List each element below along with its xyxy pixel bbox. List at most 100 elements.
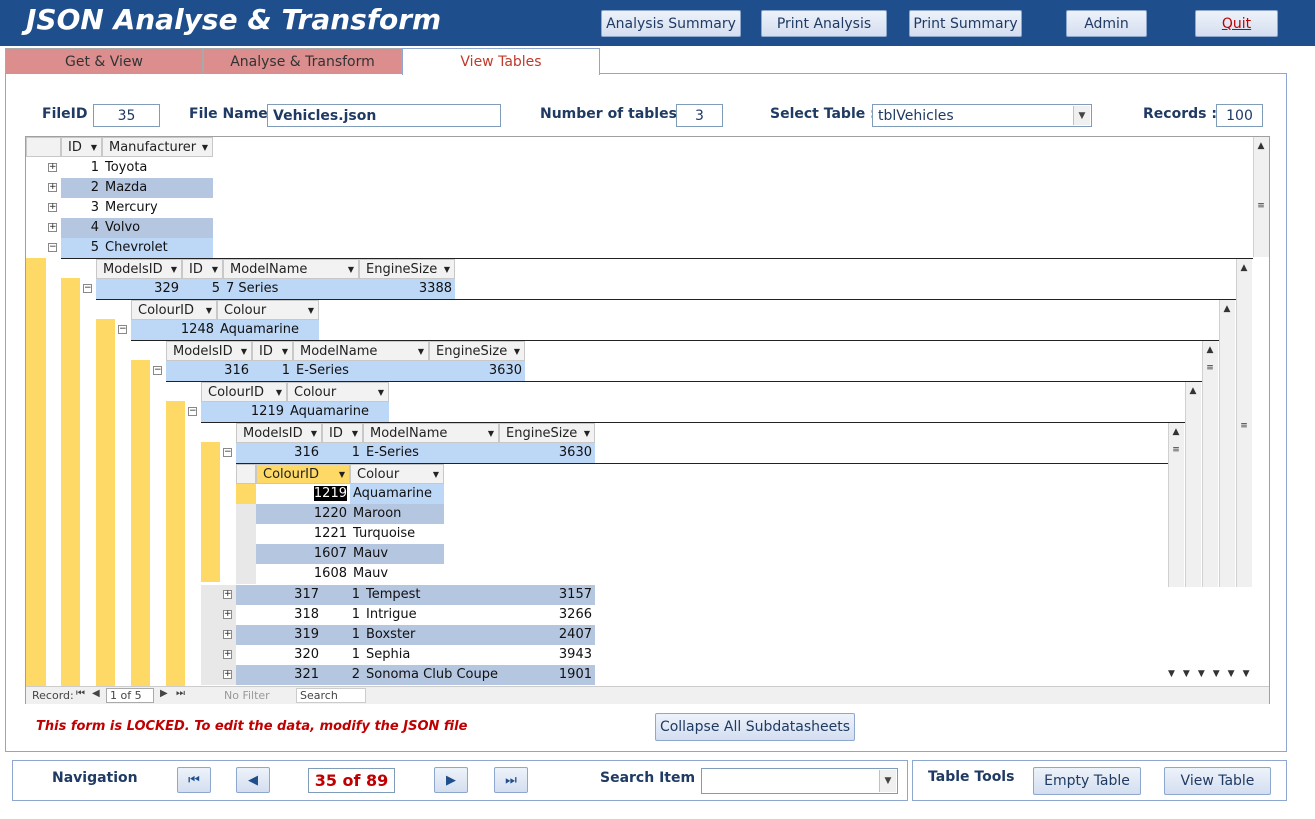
chevron-down-icon[interactable]: ▼ bbox=[352, 424, 358, 444]
vertical-scrollbar[interactable]: ▲ bbox=[1219, 300, 1235, 587]
collapse-icon[interactable]: − bbox=[48, 243, 57, 252]
prev-record-icon[interactable]: ◀ bbox=[92, 688, 100, 699]
expand-icon[interactable]: + bbox=[223, 610, 232, 619]
table-row[interactable]: 1608 Mauv bbox=[26, 564, 446, 584]
chevron-down-icon[interactable]: ▼ bbox=[488, 424, 494, 444]
table-row-current[interactable]: 1219 Aquamarine bbox=[26, 484, 446, 504]
chevron-down-icon[interactable]: ▼ bbox=[202, 138, 208, 158]
column-header-colour[interactable]: Colour ▼ bbox=[217, 300, 319, 320]
expand-icon[interactable]: + bbox=[223, 650, 232, 659]
next-record-icon[interactable]: ▶ bbox=[160, 688, 168, 699]
table-row[interactable]: 1220 Maroon bbox=[26, 504, 446, 524]
table-row-selected[interactable]: − 329 5 7 Series 3388 bbox=[26, 279, 456, 299]
chevron-down-icon[interactable]: ▼ bbox=[91, 138, 97, 158]
table-row[interactable]: + 4 Volvo bbox=[26, 218, 214, 238]
chevron-down-icon[interactable]: ▼ bbox=[339, 465, 345, 485]
chevron-down-icon[interactable]: ▼ bbox=[514, 342, 520, 362]
chevron-down-icon[interactable]: ▼ bbox=[433, 465, 439, 485]
last-record-button[interactable]: ⏭ bbox=[494, 767, 528, 793]
table-row[interactable]: + 321 2 Sonoma Club Coupe 1901 bbox=[26, 665, 596, 685]
column-header-id[interactable]: ID ▼ bbox=[61, 137, 102, 157]
column-header-enginesize[interactable]: EngineSize ▼ bbox=[359, 259, 455, 279]
expand-icon[interactable]: + bbox=[223, 670, 232, 679]
chevron-down-icon[interactable]: ▼ bbox=[1073, 106, 1090, 125]
tab-get-view[interactable]: Get & View bbox=[5, 48, 203, 74]
last-record-icon[interactable]: ⏭ bbox=[176, 688, 185, 699]
collapse-icon[interactable]: − bbox=[223, 448, 232, 457]
filename-field[interactable]: Vehicles.json bbox=[267, 104, 501, 127]
column-header-colour[interactable]: Colour ▼ bbox=[350, 464, 444, 484]
column-header-manufacturer[interactable]: Manufacturer ▼ bbox=[102, 137, 213, 157]
view-table-button[interactable]: View Table bbox=[1164, 767, 1271, 795]
table-row[interactable]: + 317 1 Tempest 3157 bbox=[26, 585, 596, 605]
quit-button[interactable]: Quit bbox=[1195, 10, 1278, 37]
admin-button[interactable]: Admin bbox=[1066, 10, 1147, 37]
table-row[interactable]: + 2 Mazda bbox=[26, 178, 214, 198]
vertical-scrollbar[interactable]: ▲ ≡ bbox=[1236, 259, 1252, 587]
chevron-down-icon[interactable]: ▼ bbox=[348, 260, 354, 280]
column-header-modelsid[interactable]: ModelsID ▼ bbox=[166, 341, 252, 361]
tab-analyse-transform[interactable]: Analyse & Transform bbox=[203, 48, 402, 74]
chevron-down-icon[interactable]: ▼ bbox=[584, 424, 590, 444]
select-all-cell[interactable] bbox=[26, 137, 61, 157]
expand-icon[interactable]: + bbox=[223, 590, 232, 599]
chevron-down-icon[interactable]: ▼ bbox=[308, 301, 314, 321]
print-analysis-button[interactable]: Print Analysis bbox=[761, 10, 887, 37]
column-header-enginesize[interactable]: EngineSize ▼ bbox=[499, 423, 595, 443]
chevron-down-icon[interactable]: ▼ bbox=[282, 342, 288, 362]
collapse-icon[interactable]: − bbox=[188, 407, 197, 416]
vertical-scrollbar[interactable]: ▲ ≡ bbox=[1168, 423, 1184, 587]
table-row-selected[interactable]: − 1219 Aquamarine bbox=[26, 402, 390, 422]
next-record-button[interactable]: ▶ bbox=[434, 767, 468, 793]
column-header-id[interactable]: ID ▼ bbox=[322, 423, 363, 443]
select-table-dropdown[interactable]: tblVehicles ▼ bbox=[872, 104, 1092, 127]
vertical-scrollbar[interactable]: ▲ ≡ bbox=[1202, 341, 1218, 587]
column-header-modelname[interactable]: ModelName ▼ bbox=[363, 423, 499, 443]
expand-icon[interactable]: + bbox=[48, 203, 57, 212]
collapse-icon[interactable]: − bbox=[83, 284, 92, 293]
column-header-enginesize[interactable]: EngineSize ▼ bbox=[429, 341, 525, 361]
search-item-dropdown[interactable]: ▼ bbox=[701, 768, 898, 794]
datasheet-search-input[interactable]: Search bbox=[296, 688, 366, 703]
chevron-down-icon[interactable]: ▼ bbox=[444, 260, 450, 280]
column-header-modelsid[interactable]: ModelsID ▼ bbox=[236, 423, 322, 443]
expand-icon[interactable]: + bbox=[48, 163, 57, 172]
chevron-down-icon[interactable]: ▼ bbox=[418, 342, 424, 362]
expand-icon[interactable]: + bbox=[48, 223, 57, 232]
chevron-down-icon[interactable]: ▼ bbox=[241, 342, 247, 362]
table-row[interactable]: 1221 Turquoise bbox=[26, 524, 446, 544]
column-header-modelsid[interactable]: ModelsID ▼ bbox=[96, 259, 182, 279]
column-header-modelname[interactable]: ModelName ▼ bbox=[223, 259, 359, 279]
table-row[interactable]: 1607 Mauv bbox=[26, 544, 446, 564]
fileid-field[interactable]: 35 bbox=[93, 104, 160, 127]
numtables-field[interactable]: 3 bbox=[676, 104, 723, 127]
chevron-down-icon[interactable]: ▼ bbox=[206, 301, 212, 321]
collapse-icon[interactable]: − bbox=[118, 325, 127, 334]
collapse-icon[interactable]: − bbox=[153, 366, 162, 375]
table-row-selected[interactable]: − 1248 Aquamarine bbox=[26, 320, 320, 340]
prev-record-button[interactable]: ◀ bbox=[236, 767, 270, 793]
datasheet[interactable]: ID ▼ Manufacturer ▼ + 1 Toyota + 2 Mazda +… bbox=[25, 136, 1270, 704]
scroll-down-arrows[interactable]: ▼▼▼▼▼▼ bbox=[1168, 669, 1269, 685]
column-header-id[interactable]: ID ▼ bbox=[252, 341, 293, 361]
column-header-colourid[interactable]: ColourID ▼ bbox=[201, 382, 287, 402]
chevron-down-icon[interactable]: ▼ bbox=[879, 770, 896, 792]
records-field[interactable]: 100 bbox=[1216, 104, 1263, 127]
chevron-down-icon[interactable]: ▼ bbox=[311, 424, 317, 444]
chevron-down-icon[interactable]: ▼ bbox=[171, 260, 177, 280]
expand-icon[interactable]: + bbox=[48, 183, 57, 192]
first-record-button[interactable]: ⏮ bbox=[177, 767, 211, 793]
no-filter-indicator[interactable]: No Filter bbox=[224, 689, 270, 702]
column-header-modelname[interactable]: ModelName ▼ bbox=[293, 341, 429, 361]
vertical-scrollbar[interactable]: ▲ bbox=[1185, 382, 1201, 587]
expand-icon[interactable]: + bbox=[223, 630, 232, 639]
table-row[interactable]: + 320 1 Sephia 3943 bbox=[26, 645, 596, 665]
empty-table-button[interactable]: Empty Table bbox=[1033, 767, 1141, 795]
chevron-down-icon[interactable]: ▼ bbox=[378, 383, 384, 403]
record-position-field[interactable]: 1 of 5 bbox=[106, 688, 154, 703]
first-record-icon[interactable]: ⏮ bbox=[76, 688, 85, 699]
table-row[interactable]: + 318 1 Intrigue 3266 bbox=[26, 605, 596, 625]
chevron-down-icon[interactable]: ▼ bbox=[212, 260, 218, 280]
table-row-selected[interactable]: − 5 Chevrolet bbox=[26, 238, 214, 258]
column-header-colourid[interactable]: ColourID ▼ bbox=[131, 300, 217, 320]
